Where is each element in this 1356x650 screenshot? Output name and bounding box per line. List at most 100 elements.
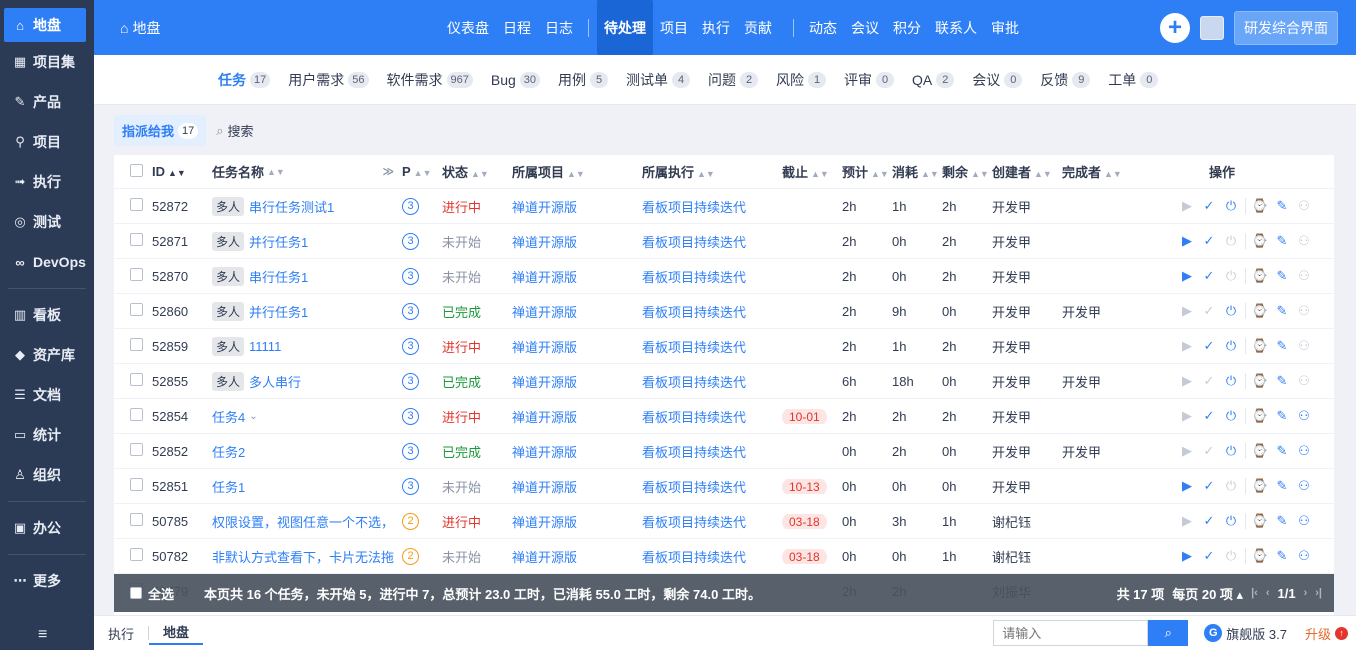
- row-checkbox[interactable]: [130, 338, 143, 351]
- project-link[interactable]: 禅道开源版: [512, 200, 577, 215]
- edit-icon[interactable]: ✎: [1274, 513, 1290, 529]
- project-link[interactable]: 禅道开源版: [512, 305, 577, 320]
- split-icon[interactable]: ⚇: [1296, 443, 1312, 459]
- edit-icon[interactable]: ✎: [1274, 198, 1290, 214]
- project-link[interactable]: 禅道开源版: [512, 235, 577, 250]
- task-name-link[interactable]: 任务4: [212, 407, 245, 426]
- execution-link[interactable]: 看板项目持续迭代: [642, 445, 746, 460]
- play-icon[interactable]: ▶: [1179, 548, 1195, 564]
- sidebar-item-11[interactable]: ♙ 组织: [0, 455, 94, 495]
- check-icon[interactable]: ✓: [1201, 478, 1217, 494]
- power-icon[interactable]: ⏻: [1223, 478, 1239, 494]
- row-checkbox[interactable]: [130, 233, 143, 246]
- power-icon[interactable]: ⏻: [1223, 268, 1239, 284]
- col-priority[interactable]: P ▲▼: [402, 164, 442, 179]
- power-icon[interactable]: ⏻: [1223, 373, 1239, 389]
- power-icon[interactable]: ⏻: [1223, 408, 1239, 424]
- row-checkbox[interactable]: [130, 268, 143, 281]
- play-icon[interactable]: ▶: [1179, 373, 1195, 389]
- search-toggle[interactable]: ⌕ 搜索: [216, 121, 253, 140]
- clock-icon[interactable]: ⌚: [1252, 443, 1268, 459]
- power-icon[interactable]: ⏻: [1223, 338, 1239, 354]
- table-row[interactable]: 52851 任务1 3 未开始 禅道开源版 看板项目持续迭代 10-13 0h 0h 0h 开发甲 ▶…: [114, 469, 1334, 504]
- task-name-link[interactable]: 11111: [249, 339, 281, 354]
- table-row[interactable]: 52852 任务2 3 已完成 禅道开源版 看板项目持续迭代 0h 2h 0h 开发甲 开发甲 ▶ ✓ ⏻…: [114, 434, 1334, 469]
- work-tab[interactable]: Bug 30: [491, 71, 541, 88]
- sidebar-item-8[interactable]: ◆ 资产库: [0, 335, 94, 375]
- select-all-checkbox[interactable]: [130, 587, 142, 599]
- project-link[interactable]: 禅道开源版: [512, 445, 577, 460]
- last-page-icon[interactable]: ›|: [1315, 587, 1322, 599]
- execution-link[interactable]: 看板项目持续迭代: [642, 410, 746, 425]
- prev-page-icon[interactable]: ‹: [1266, 587, 1270, 599]
- clock-icon[interactable]: ⌚: [1252, 478, 1268, 494]
- split-icon[interactable]: ⚇: [1296, 233, 1312, 249]
- split-icon[interactable]: ⚇: [1296, 548, 1312, 564]
- clock-icon[interactable]: ⌚: [1252, 198, 1268, 214]
- sidebar-item-4[interactable]: ➟ 执行: [0, 162, 94, 202]
- project-link[interactable]: 禅道开源版: [512, 375, 577, 390]
- execution-link[interactable]: 看板项目持续迭代: [642, 515, 746, 530]
- row-checkbox[interactable]: [130, 408, 143, 421]
- sidebar-item-2[interactable]: ✎ 产品: [0, 82, 94, 122]
- clock-icon[interactable]: ⌚: [1252, 513, 1268, 529]
- split-icon[interactable]: ⚇: [1296, 303, 1312, 319]
- clock-icon[interactable]: ⌚: [1252, 233, 1268, 249]
- project-link[interactable]: 禅道开源版: [512, 480, 577, 495]
- avatar[interactable]: [1200, 15, 1224, 40]
- task-name-link[interactable]: 非默认方式查看下，卡片无法拖: [212, 547, 394, 566]
- top-nav-item[interactable]: 执行: [695, 0, 737, 55]
- check-icon[interactable]: ✓: [1201, 513, 1217, 529]
- play-icon[interactable]: ▶: [1179, 233, 1195, 249]
- check-icon[interactable]: ✓: [1201, 198, 1217, 214]
- first-page-icon[interactable]: |‹: [1251, 587, 1258, 599]
- task-name-link[interactable]: 权限设置，视图任意一个不选，: [212, 512, 394, 531]
- col-deadline[interactable]: 截止 ▲▼: [782, 162, 842, 181]
- top-nav-item[interactable]: 日志: [538, 0, 580, 55]
- header-home[interactable]: ⌂ 地盘: [120, 18, 440, 38]
- play-icon[interactable]: ▶: [1179, 443, 1195, 459]
- project-link[interactable]: 禅道开源版: [512, 340, 577, 355]
- col-name[interactable]: 任务名称 ▲▼ ≫: [212, 162, 402, 181]
- play-icon[interactable]: ▶: [1179, 338, 1195, 354]
- power-icon[interactable]: ⏻: [1223, 548, 1239, 564]
- table-row[interactable]: 52859 多人 11111 3 进行中 禅道开源版 看板项目持续迭代 2h 1h 2h 开发甲 ▶ ✓…: [114, 329, 1334, 364]
- row-checkbox[interactable]: [130, 373, 143, 386]
- chevron-down-icon[interactable]: ⌄: [249, 411, 257, 422]
- project-link[interactable]: 禅道开源版: [512, 270, 577, 285]
- execution-link[interactable]: 看板项目持续迭代: [642, 270, 746, 285]
- row-checkbox[interactable]: [130, 303, 143, 316]
- check-icon[interactable]: ✓: [1201, 373, 1217, 389]
- task-name-link[interactable]: 串行任务测试1: [249, 197, 334, 216]
- col-execution[interactable]: 所属执行 ▲▼: [642, 162, 782, 181]
- power-icon[interactable]: ⏻: [1223, 513, 1239, 529]
- row-checkbox[interactable]: [130, 478, 143, 491]
- sidebar-item-7[interactable]: ▥ 看板: [0, 295, 94, 335]
- power-icon[interactable]: ⏻: [1223, 303, 1239, 319]
- col-finisher[interactable]: 完成者 ▲▼: [1062, 162, 1162, 181]
- sidebar-item-6[interactable]: ∞ DevOps: [0, 242, 94, 282]
- work-tab[interactable]: 用户需求 56: [288, 70, 369, 90]
- work-tab[interactable]: 软件需求 967: [387, 70, 473, 90]
- global-search-input[interactable]: [993, 620, 1149, 646]
- top-nav-item[interactable]: 项目: [653, 0, 695, 55]
- clock-icon[interactable]: ⌚: [1252, 338, 1268, 354]
- work-tab[interactable]: QA 2: [912, 71, 955, 88]
- execution-link[interactable]: 看板项目持续迭代: [642, 305, 746, 320]
- project-link[interactable]: 禅道开源版: [512, 515, 577, 530]
- select-all[interactable]: 全选: [114, 584, 204, 603]
- task-name-link[interactable]: 串行任务1: [249, 267, 308, 286]
- play-icon[interactable]: ▶: [1179, 198, 1195, 214]
- edit-icon[interactable]: ✎: [1274, 233, 1290, 249]
- table-row[interactable]: 52860 多人 并行任务1 3 已完成 禅道开源版 看板项目持续迭代 2h 9h 0h 开发甲 开发…: [114, 294, 1334, 329]
- collapse-icon[interactable]: ≫: [382, 165, 394, 178]
- upgrade-link[interactable]: 升级 ↑: [1305, 624, 1348, 643]
- edit-icon[interactable]: ✎: [1274, 373, 1290, 389]
- check-icon[interactable]: ✓: [1201, 268, 1217, 284]
- sidebar-item-12[interactable]: ▣ 办公: [0, 508, 94, 548]
- sidebar-item-5[interactable]: ◎ 测试: [0, 202, 94, 242]
- split-icon[interactable]: ⚇: [1296, 268, 1312, 284]
- check-icon[interactable]: ✓: [1201, 408, 1217, 424]
- play-icon[interactable]: ▶: [1179, 408, 1195, 424]
- task-name-link[interactable]: 并行任务1: [249, 232, 308, 251]
